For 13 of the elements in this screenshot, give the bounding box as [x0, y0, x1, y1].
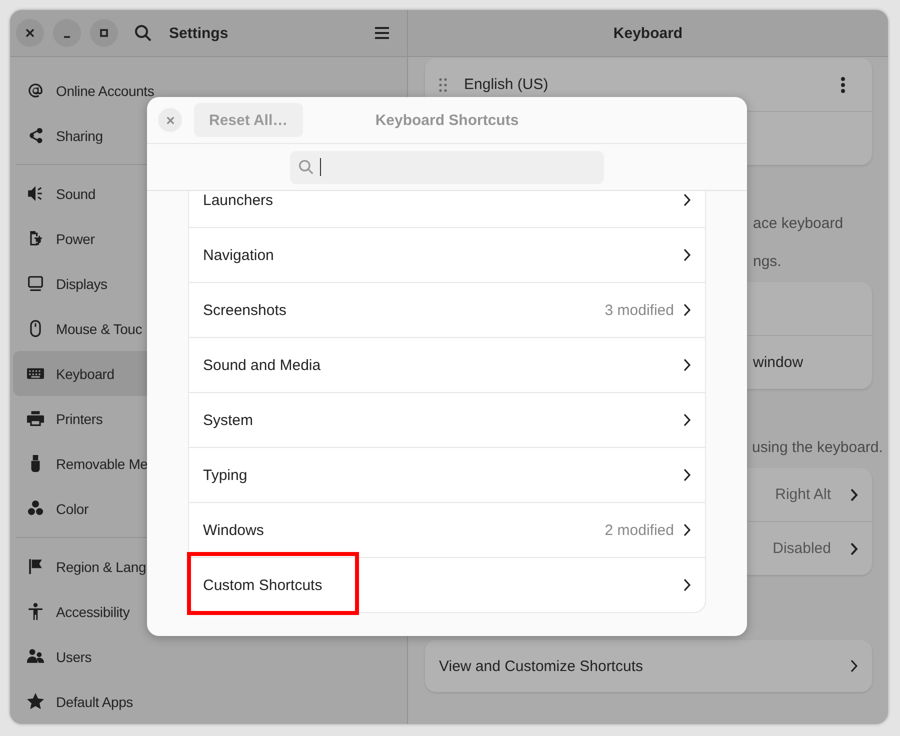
row-label: View and Customize Shortcuts — [439, 658, 644, 674]
modified-count: 3 modified — [604, 302, 674, 318]
panel-title: Keyboard — [613, 24, 683, 42]
row-label: window — [753, 354, 804, 371]
description-text: ngs. — [753, 252, 782, 272]
modified-count: 2 modified — [604, 522, 674, 538]
layout-name: English (US) — [464, 76, 550, 93]
row-value: Disabled — [772, 540, 831, 557]
window-title: Settings — [169, 24, 228, 42]
description-text: ace keyboard — [753, 214, 844, 234]
dialog-title: Keyboard Shortcuts — [375, 112, 519, 128]
row-value: Right Alt — [775, 486, 831, 503]
description-text: using the keyboard. — [752, 438, 883, 458]
